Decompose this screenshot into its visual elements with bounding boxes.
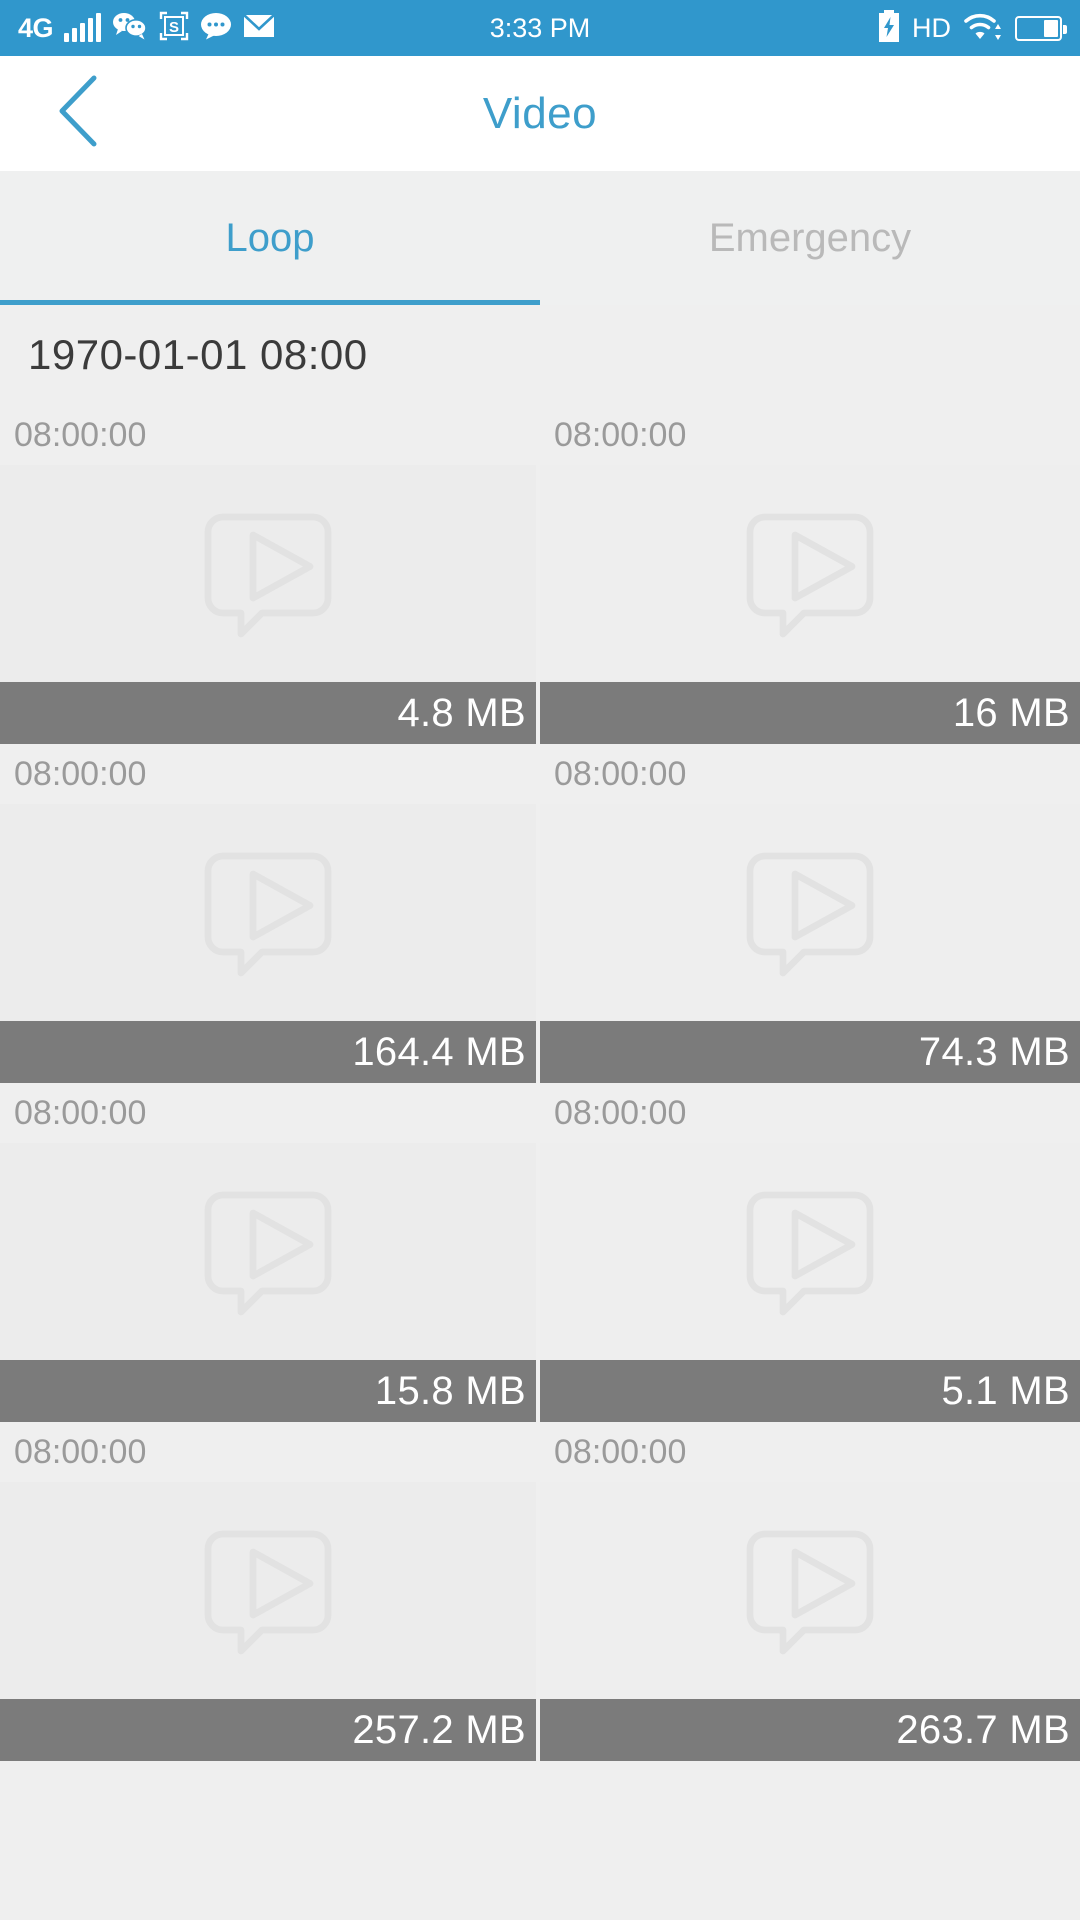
video-timestamp: 08:00:00 [14,1093,147,1132]
signal-strength-icon [64,13,102,42]
video-play-placeholder-icon [746,513,874,637]
video-thumbnail[interactable] [0,465,536,682]
video-timestamp: 08:00:00 [554,1093,687,1132]
chat-bubble-icon [200,12,232,45]
network-type-label: 4G [18,12,54,43]
charging-battery-icon [878,9,900,47]
video-play-placeholder-icon [204,1530,332,1654]
video-size-bar: 5.1 MB [540,1360,1080,1422]
video-card[interactable]: 08:00:00 16 MB [540,405,1080,744]
envelope-icon [243,12,275,45]
video-play-placeholder-icon [204,513,332,637]
video-thumbnail[interactable] [540,465,1080,682]
video-size-bar: 16 MB [540,682,1080,744]
video-timestamp: 08:00:00 [554,1432,687,1471]
video-card[interactable]: 08:00:00 74.3 MB [540,744,1080,1083]
video-size-bar: 164.4 MB [0,1021,536,1083]
video-size-bar: 4.8 MB [0,682,536,744]
video-size-label: 257.2 MB [352,1707,526,1752]
video-card[interactable]: 08:00:00 263.7 MB [540,1422,1080,1761]
wechat-icon [112,11,148,46]
status-bar-right: HD [878,9,1067,47]
battery-icon [1015,15,1067,41]
video-timestamp: 08:00:00 [14,415,147,454]
video-size-bar: 257.2 MB [0,1699,536,1761]
date-group-header: 1970-01-01 08:00 [0,305,1080,405]
video-thumbnail[interactable] [0,804,536,1021]
tab-loop-label: Loop [225,215,315,260]
tab-emergency-label: Emergency [708,215,912,260]
status-bar-left: 4G S [18,11,275,46]
back-button[interactable] [42,75,112,149]
video-size-label: 15.8 MB [374,1368,526,1413]
video-card[interactable]: 08:00:00 257.2 MB [0,1422,540,1761]
video-grid: 08:00:00 4.8 MB 08:00:00 16 MB 08:00:00 16… [0,405,1080,1761]
video-size-bar: 15.8 MB [0,1360,536,1422]
video-size-label: 74.3 MB [918,1029,1070,1074]
video-timestamp: 08:00:00 [14,1432,147,1471]
video-play-placeholder-icon [746,1191,874,1315]
chevron-left-icon [54,74,100,153]
video-card[interactable]: 08:00:00 164.4 MB [0,744,540,1083]
video-timestamp: 08:00:00 [14,754,147,793]
video-card[interactable]: 08:00:00 5.1 MB [540,1083,1080,1422]
video-play-placeholder-icon [746,1530,874,1654]
video-size-label: 4.8 MB [397,690,526,735]
video-thumbnail[interactable] [0,1143,536,1360]
hd-label: HD [912,12,951,43]
screenshot-s-icon: S [159,11,189,46]
video-thumbnail[interactable] [540,1482,1080,1699]
video-play-placeholder-icon [746,852,874,976]
tab-loop[interactable]: Loop [0,171,540,305]
video-size-label: 16 MB [952,690,1070,735]
svg-text:S: S [169,19,179,36]
video-size-label: 263.7 MB [896,1707,1070,1752]
video-size-bar: 74.3 MB [540,1021,1080,1083]
video-play-placeholder-icon [204,852,332,976]
tab-bar: Loop Emergency [0,171,1080,305]
wifi-icon [963,10,1003,47]
tab-active-indicator [0,300,540,305]
video-thumbnail[interactable] [540,804,1080,1021]
video-size-bar: 263.7 MB [540,1699,1080,1761]
video-card[interactable]: 08:00:00 4.8 MB [0,405,540,744]
video-timestamp: 08:00:00 [554,754,687,793]
page-title: Video [482,88,598,138]
video-thumbnail[interactable] [540,1143,1080,1360]
video-card[interactable]: 08:00:00 15.8 MB [0,1083,540,1422]
app-header: Video [0,56,1080,171]
video-timestamp: 08:00:00 [554,415,687,454]
video-thumbnail[interactable] [0,1482,536,1699]
status-bar: 4G S 3:33 PM HD [0,0,1080,56]
video-size-label: 5.1 MB [941,1368,1070,1413]
video-play-placeholder-icon [204,1191,332,1315]
video-size-label: 164.4 MB [352,1029,526,1074]
tab-emergency[interactable]: Emergency [540,171,1080,305]
